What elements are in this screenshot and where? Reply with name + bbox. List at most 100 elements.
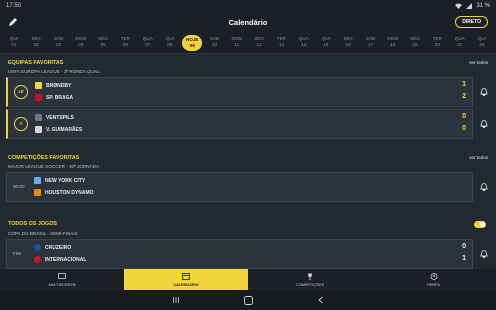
day-item[interactable]: QUI 22	[472, 33, 492, 53]
day-number: 14	[301, 42, 307, 47]
match-card[interactable]: FIM CRUZEIRO INTERNACIONAL 0 1	[6, 239, 473, 269]
home-team: BRØNDBY	[46, 82, 72, 89]
day-number: 10	[211, 42, 218, 47]
day-item[interactable]: QUA 21	[450, 33, 470, 53]
away-score: 0	[462, 125, 466, 132]
away-score: 1	[462, 255, 466, 262]
home-team: CRUZEIRO	[45, 244, 72, 251]
home-icon[interactable]	[243, 295, 253, 305]
favorites-competition: UEFA EUROPA LEAGUE - 3ª RONDA QUAL.	[8, 69, 101, 74]
team-crest-icon	[34, 244, 41, 251]
day-item[interactable]: QUI 08	[160, 33, 180, 53]
tab-calendar[interactable]: CALENDÁRIO	[124, 269, 248, 290]
away-team: INTERNACIONAL	[45, 256, 87, 263]
home-score: 1	[462, 81, 466, 88]
home-score: 0	[462, 113, 466, 120]
all-games-title: TODOS OS JOGOS	[8, 221, 58, 227]
day-item[interactable]: SEX 16	[338, 33, 358, 53]
day-item[interactable]: QUA 07	[138, 33, 158, 53]
day-item[interactable]: QUA 14	[294, 33, 314, 53]
day-number: 03	[56, 42, 62, 47]
notification-bell-icon[interactable]	[480, 250, 488, 258]
competitions-title: COMPETIÇÕES FAVORITAS	[8, 155, 80, 161]
day-number: 20	[434, 42, 440, 47]
team-crest-icon	[35, 94, 42, 101]
notification-bell-icon[interactable]	[480, 88, 488, 96]
notification-bell-icon[interactable]	[480, 120, 488, 128]
day-number: 15	[323, 42, 329, 47]
day-item[interactable]: QUI 15	[316, 33, 336, 53]
day-number: 05	[100, 42, 106, 47]
day-item[interactable]: SÁB 10	[205, 33, 225, 53]
status-bar: 17:50 31 %	[0, 0, 496, 11]
day-item[interactable]: SÁB 17	[361, 33, 381, 53]
home-score: 0	[462, 243, 466, 250]
tab-label: COMPETIÇÕES	[295, 283, 325, 287]
day-number: 09	[189, 43, 195, 48]
competitions-see-all-link[interactable]: ver todos	[469, 155, 488, 160]
tab-label: MULTISCREEN	[48, 283, 76, 287]
day-item[interactable]: DOM 04	[71, 33, 91, 53]
day-number: 02	[33, 42, 39, 47]
tab-profile[interactable]: PERFIL	[372, 269, 496, 290]
back-icon[interactable]	[317, 296, 325, 304]
match-minute: 19'	[14, 85, 28, 99]
home-team: NEW YORK CITY	[45, 177, 86, 184]
day-item[interactable]: DOM 18	[383, 33, 403, 53]
recent-apps-icon[interactable]	[172, 296, 180, 304]
team-crest-icon	[34, 189, 41, 196]
wifi-icon	[455, 3, 463, 9]
day-number: 13	[278, 42, 284, 47]
day-number: 06	[122, 42, 128, 47]
day-item[interactable]: TER 13	[271, 33, 291, 53]
day-item[interactable]: SÁB 03	[49, 33, 69, 53]
day-number: 22	[479, 42, 485, 47]
day-number: 19	[412, 42, 418, 47]
match-card[interactable]: 19' BRØNDBY SP. BRAGA 1 2	[6, 77, 473, 107]
all-games-competition: COPA DO BRASIL - SEMI-FINAIS	[8, 231, 78, 236]
day-number: 18	[390, 42, 396, 47]
away-team: SP. BRAGA	[46, 94, 74, 101]
day-number: 07	[145, 42, 151, 47]
day-item[interactable]: DOM 11	[227, 33, 247, 53]
favorites-title: EQUIPAS FAVORITAS	[8, 60, 64, 66]
day-item[interactable]: TER 20	[427, 33, 447, 53]
day-number: 17	[367, 42, 374, 47]
day-number: 08	[167, 42, 173, 47]
day-number: 12	[256, 42, 262, 47]
favorites-see-all-link[interactable]: ver todos	[469, 60, 488, 65]
match-card[interactable]: 4' VENTSPILS V. GUIMARÃES 0 0	[6, 109, 473, 139]
day-number: 04	[78, 42, 84, 47]
day-item[interactable]: TER 06	[115, 33, 135, 53]
day-item[interactable]: SEG 12	[249, 33, 269, 53]
day-number: 11	[234, 42, 240, 47]
day-item[interactable]: SEG 05	[93, 33, 113, 53]
match-card[interactable]: 00:00 NEW YORK CITY HOUSTON DYNAMO	[6, 172, 473, 202]
match-status: FIM	[13, 251, 21, 256]
team-crest-icon	[35, 82, 42, 89]
signal-icon	[466, 2, 473, 9]
page-title: Calendário	[228, 17, 268, 27]
app-header: Calendário DIRETO	[0, 11, 496, 33]
all-games-toggle[interactable]	[474, 221, 486, 228]
day-number: 16	[345, 42, 351, 47]
trophy-icon	[308, 273, 312, 280]
home-team: VENTSPILS	[46, 114, 74, 121]
team-crest-icon	[34, 177, 41, 184]
day-item[interactable]: SEX 02	[26, 33, 46, 53]
battery-level: 31 %	[476, 2, 490, 9]
away-team: V. GUIMARÃES	[46, 126, 83, 133]
notification-bell-icon[interactable]	[480, 183, 488, 191]
day-today[interactable]: HOJE 09	[182, 35, 203, 51]
live-button[interactable]: DIRETO	[455, 16, 488, 28]
away-team: HOUSTON DYNAMO	[45, 189, 94, 196]
status-time: 17:50	[6, 2, 22, 9]
tab-multiscreen[interactable]: MULTISCREEN	[0, 269, 124, 290]
edit-icon[interactable]	[8, 17, 18, 27]
profile-icon	[430, 273, 438, 280]
competitions-competition: MAJOR LEAGUE SOCCER - 30ª JORNADA	[8, 164, 100, 169]
day-item[interactable]: SEG 19	[405, 33, 425, 53]
tab-competitions[interactable]: COMPETIÇÕES	[248, 269, 372, 290]
day-item[interactable]: QUI 01	[4, 33, 24, 53]
match-time: 00:00	[13, 184, 25, 189]
